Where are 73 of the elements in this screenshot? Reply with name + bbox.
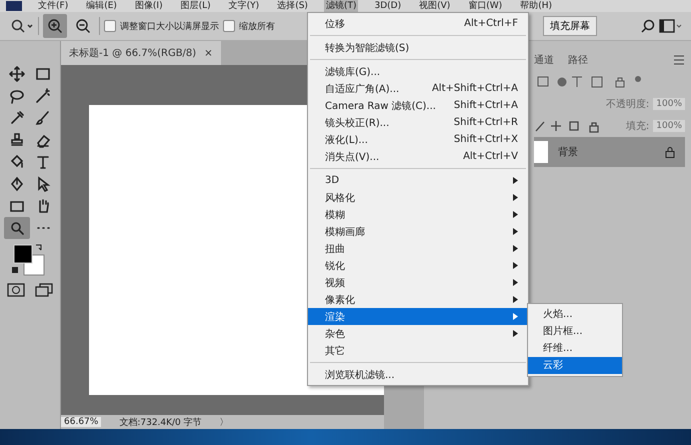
document-tab[interactable]: 未标题-1 @ 66.7%(RGB/8) ×: [61, 41, 221, 65]
search-icon[interactable]: [641, 19, 655, 33]
menu-bar-item[interactable]: 窗口(W): [466, 0, 504, 12]
panel-tab[interactable]: 路径: [568, 53, 588, 67]
menu-item[interactable]: 风格化: [308, 189, 528, 206]
menu-bar-item[interactable]: 选择(S): [275, 0, 310, 12]
menu-item[interactable]: 滤镜库(G)...: [308, 63, 528, 80]
menu-item[interactable]: 模糊画廊: [308, 223, 528, 240]
menu-bar-item[interactable]: 图层(L): [178, 0, 213, 12]
menu-item[interactable]: 锐化: [308, 257, 528, 274]
menu-item[interactable]: 位移 Alt+Ctrl+F: [308, 15, 528, 32]
menu-item[interactable]: 液化(L)... Shift+Ctrl+X: [308, 131, 528, 148]
checkbox[interactable]: [223, 20, 235, 32]
menu-item[interactable]: 图片框...: [528, 323, 622, 340]
menu-item[interactable]: 转换为智能滤镜(S): [308, 39, 528, 56]
checkbox-label: 调整窗口大小以满屏显示: [120, 20, 219, 32]
menu-bar-item[interactable]: 滤镜(T): [324, 0, 358, 12]
menu-item[interactable]: 模糊: [308, 206, 528, 223]
menu-item[interactable]: Camera Raw 滤镜(C)... Shift+Ctrl+A: [308, 97, 528, 114]
document-info: 文档:732.4K/0 字节: [119, 416, 202, 428]
menu-item[interactable]: 其它: [308, 342, 528, 359]
menu-item[interactable]: 镜头校正(R)... Shift+Ctrl+R: [308, 114, 528, 131]
zoom-field[interactable]: 66.67%: [61, 417, 102, 427]
status-arrow[interactable]: 〉: [220, 416, 229, 428]
menu-item[interactable]: 浏览联机滤镜...: [308, 366, 528, 383]
menu-item[interactable]: 渲染: [308, 308, 528, 325]
quick-mask-icon[interactable]: [7, 283, 25, 297]
zoom-icon[interactable]: [10, 18, 34, 34]
workspace-icon[interactable]: [659, 19, 683, 33]
menu-item[interactable]: 火焰...: [528, 306, 622, 323]
layer-name: 背景: [558, 146, 578, 159]
menu-bar-item[interactable]: 视图(V): [417, 0, 452, 12]
submenu-arrow-icon: [513, 296, 518, 303]
menu-item[interactable]: 云彩: [528, 357, 622, 374]
submenu-arrow-icon: [513, 245, 518, 252]
fill-field[interactable]: 100%: [653, 120, 685, 132]
layer-row[interactable]: 背景: [534, 137, 685, 167]
fill-screen-button[interactable]: 填充屏幕: [543, 16, 597, 36]
submenu-arrow-icon: [513, 313, 518, 320]
menu-bar-item[interactable]: 图像(I): [132, 0, 165, 12]
submenu-arrow-icon: [513, 194, 518, 201]
menu-item[interactable]: 视频: [308, 274, 528, 291]
opacity-field[interactable]: 100%: [653, 98, 685, 110]
menu-bar-item[interactable]: 文字(Y): [226, 0, 262, 12]
menu-item[interactable]: 纤维...: [528, 340, 622, 357]
zoom-tool-icon[interactable]: [4, 217, 30, 239]
close-icon[interactable]: ×: [204, 48, 213, 58]
opacity-label: 不透明度:: [606, 98, 650, 111]
app-logo-icon: [6, 1, 22, 11]
menu-item[interactable]: 扭曲: [308, 240, 528, 257]
menu-icon[interactable]: [673, 55, 685, 65]
submenu-arrow-icon: [513, 211, 518, 218]
menu-bar-item[interactable]: 文件(F): [36, 0, 70, 12]
zoom-in-icon[interactable]: [43, 14, 67, 38]
submenu-arrow-icon: [513, 330, 518, 337]
fill-label: 填充:: [626, 120, 650, 133]
menu-bar-item[interactable]: 3D(D): [372, 0, 404, 12]
submenu-arrow-icon: [513, 177, 518, 184]
checkbox-label: 缩放所有: [239, 20, 275, 32]
menu-item[interactable]: 像素化: [308, 291, 528, 308]
menu-item[interactable]: 消失点(V)... Alt+Ctrl+V: [308, 148, 528, 165]
menu-item[interactable]: 3D: [308, 172, 528, 189]
layer-thumbnail: [534, 141, 548, 163]
menu-bar-item[interactable]: 编辑(E): [84, 0, 119, 12]
submenu-arrow-icon: [513, 279, 518, 286]
submenu-arrow-icon: [513, 262, 518, 269]
menu-item[interactable]: 自适应广角(A)... Alt+Shift+Ctrl+A: [308, 80, 528, 97]
menu-item[interactable]: 杂色: [308, 325, 528, 342]
panel-tab[interactable]: 通道: [534, 53, 554, 67]
screen-mode-icon[interactable]: [35, 283, 53, 297]
checkbox[interactable]: [104, 20, 116, 32]
submenu-arrow-icon: [513, 228, 518, 235]
menu-bar-item[interactable]: 帮助(H): [518, 0, 554, 12]
